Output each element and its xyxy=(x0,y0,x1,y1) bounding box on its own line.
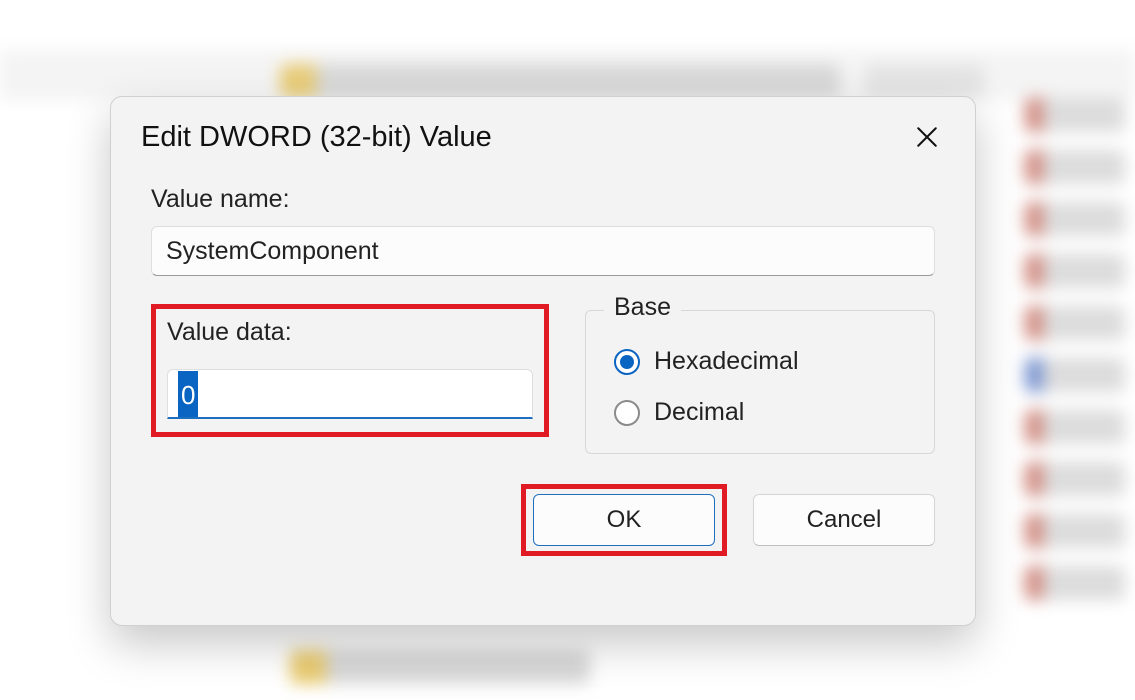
value-name-label: Value name: xyxy=(151,185,935,214)
dialog-button-row: OK Cancel xyxy=(151,484,935,556)
edit-dword-dialog: Edit DWORD (32-bit) Value Value name: Va… xyxy=(110,96,976,626)
radio-icon xyxy=(614,400,640,426)
cancel-button-label: Cancel xyxy=(807,506,882,534)
ok-button[interactable]: OK xyxy=(533,494,715,546)
close-icon xyxy=(917,127,937,147)
dialog-title: Edit DWORD (32-bit) Value xyxy=(141,121,492,154)
value-name-input[interactable] xyxy=(151,226,935,276)
value-data-label: Value data: xyxy=(167,318,533,347)
radio-label-decimal: Decimal xyxy=(654,398,744,427)
radio-decimal[interactable]: Decimal xyxy=(614,398,914,427)
base-groupbox: Base Hexadecimal Decimal xyxy=(585,310,935,454)
radio-hexadecimal[interactable]: Hexadecimal xyxy=(614,347,914,376)
value-data-input[interactable] xyxy=(167,369,533,419)
cancel-button[interactable]: Cancel xyxy=(753,494,935,546)
dialog-body: Value name: Value data: 0 Base Hexadecim… xyxy=(111,175,975,625)
close-button[interactable] xyxy=(907,117,947,157)
dialog-titlebar: Edit DWORD (32-bit) Value xyxy=(111,97,975,175)
radio-icon xyxy=(614,349,640,375)
ok-button-label: OK xyxy=(607,506,642,534)
base-legend: Base xyxy=(604,293,681,322)
radio-label-hexadecimal: Hexadecimal xyxy=(654,347,799,376)
